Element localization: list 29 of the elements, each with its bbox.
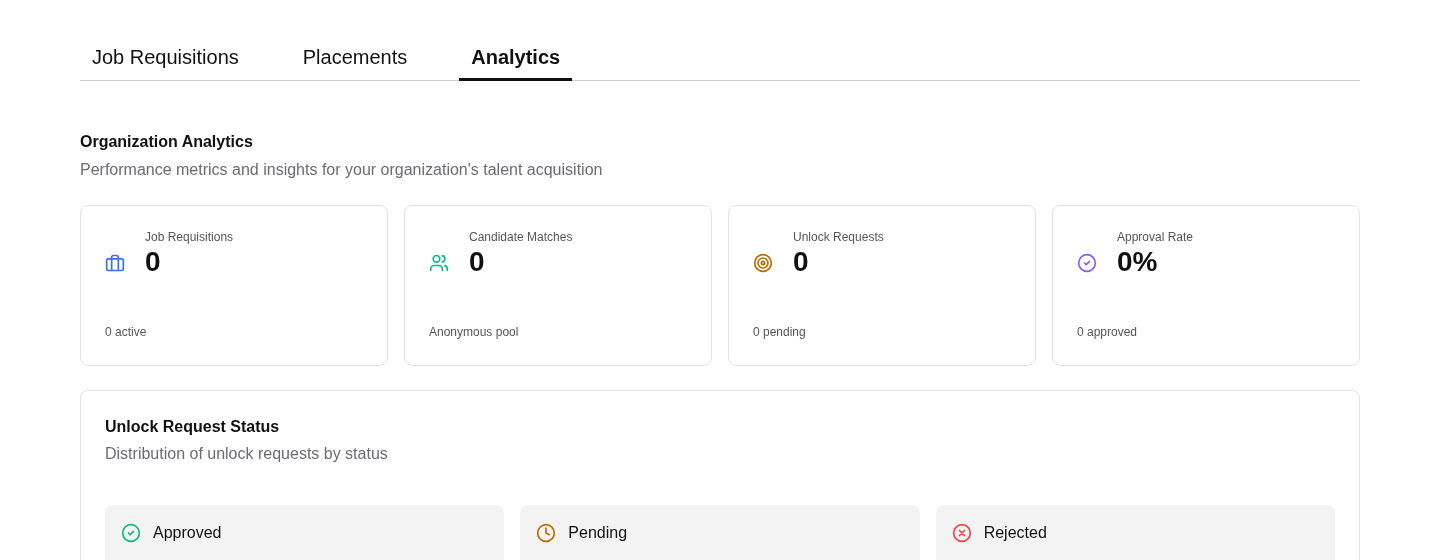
section-subtitle: Performance metrics and insights for your organization's talent acquisition: [80, 161, 604, 179]
stat-label: Approval Rate: [1117, 230, 1194, 244]
status-label: Pending: [568, 524, 628, 542]
tab[interactable]: Analytics: [459, 40, 573, 81]
stat-note: 0 active: [105, 325, 148, 339]
people-icon: [429, 253, 449, 273]
clock-icon: [536, 523, 557, 543]
status-label: Approved: [153, 524, 222, 542]
stat-value: 0%: [1117, 246, 1159, 278]
stat-value: 0: [469, 246, 486, 278]
x-circle-icon: [951, 523, 972, 543]
stat-note: 0 pending: [753, 325, 807, 339]
stat-label: Job Requisitions: [145, 230, 234, 244]
check-circle-icon: [121, 523, 141, 543]
tab[interactable]: Placements: [290, 40, 420, 81]
stat-label: Unlock Requests: [793, 230, 884, 244]
stat-note: Anonymous pool: [429, 325, 520, 339]
panel-subtitle: Distribution of unlock requests by status: [105, 445, 389, 463]
tab[interactable]: Job Requisitions: [80, 40, 251, 81]
target-icon: [753, 253, 773, 273]
briefcase-icon: [105, 253, 125, 273]
check-circle-icon: [1077, 253, 1097, 273]
stat-value: 0: [145, 246, 162, 278]
status-label: Rejected: [983, 524, 1047, 542]
stat-label: Candidate Matches: [469, 230, 573, 244]
stat-value: 0: [793, 246, 810, 278]
section-title: Organization Analytics: [80, 133, 254, 151]
panel-title: Unlock Request Status: [105, 418, 281, 436]
stat-note: 0 approved: [1077, 325, 1139, 339]
